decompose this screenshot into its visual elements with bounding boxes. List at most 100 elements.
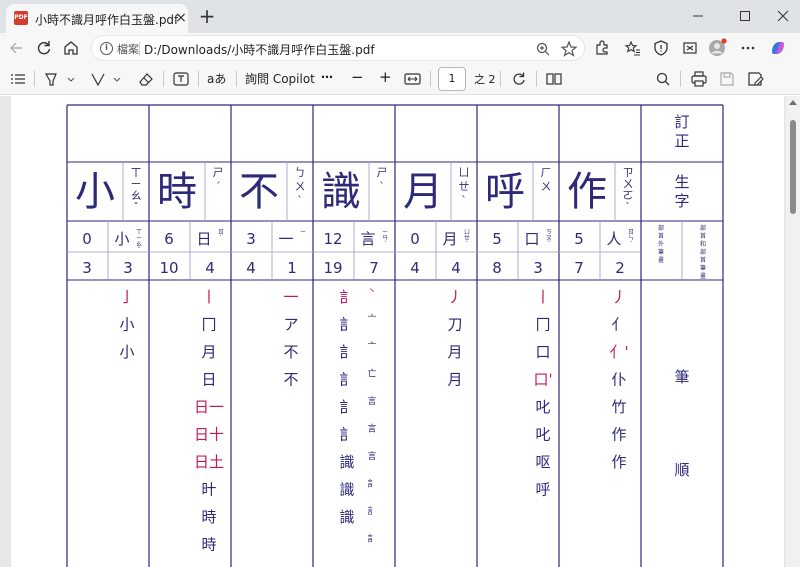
save-as-icon[interactable] (744, 68, 766, 90)
new-tab-button[interactable]: + (197, 6, 217, 26)
stroke-order-step: 旪 (201, 481, 216, 499)
stroke-order-step: 仆 (611, 371, 626, 389)
zoom-icon[interactable] (533, 39, 553, 59)
total-strokes-count: 19 (323, 259, 342, 277)
highlight-icon[interactable] (42, 68, 78, 90)
radical-label: 首 (700, 256, 706, 264)
vertical-scrollbar[interactable] (786, 96, 800, 567)
more-tools-button[interactable]: ⋯ (321, 70, 333, 84)
zhuyin-text: ㄕ (377, 166, 388, 179)
zhuyin-text: ㄕ (213, 166, 224, 179)
other-strokes-count: 6 (164, 230, 174, 248)
stroke-order-step: 時 (201, 536, 216, 554)
zhuyin-text: ˋ (379, 180, 385, 193)
main-character: 作 (567, 169, 607, 215)
radical-strokes-count: 4 (205, 259, 215, 277)
radical-strokes-count: 3 (533, 259, 543, 277)
stroke-order-step: 月 (447, 343, 462, 361)
stroke-order-step: 丿 (447, 288, 462, 306)
shield-icon[interactable] (650, 37, 672, 59)
refresh-icon[interactable] (33, 37, 55, 59)
stroke-order-step: 呼 (535, 481, 550, 499)
url-bar[interactable]: i 檔案 D:/Downloads/小時不識月呼作白玉盤.pdf (91, 35, 585, 61)
radical-label: 外 (658, 240, 664, 248)
stroke-order-step: 日土 (194, 453, 224, 471)
radical-zhuyin: ˊ (384, 241, 387, 248)
avatar[interactable] (706, 37, 728, 59)
page-view-icon[interactable] (543, 68, 565, 90)
radical-stroke-step: 亠 (367, 341, 376, 352)
other-strokes-count: 12 (323, 230, 342, 248)
stroke-order-worksheet: 作ㄗㄨㄛˋ5 人ㄖㄣˊ7 2丿亻亻'仆竹作作呼 ㄏㄨ5 口ㄎㄡˇ8 3丨冂口口'叱叱呕呼月… (66, 104, 724, 567)
contents-icon[interactable] (8, 68, 28, 90)
text-box-icon[interactable] (170, 68, 192, 90)
stroke-order-step: 丨 (535, 288, 550, 306)
main-character: 小 (75, 169, 115, 215)
stroke-order-step: 識 (339, 481, 354, 499)
stroke-order-step: 小 (119, 343, 134, 361)
favorite-star-icon[interactable] (559, 39, 579, 59)
radical-char: 口 (524, 230, 539, 248)
zoom-in-button[interactable]: + (379, 68, 392, 86)
radical-char: 日 (196, 230, 211, 248)
zhuyin-text: ㄏ (541, 166, 552, 179)
pdf-page[interactable]: 作ㄗㄨㄛ ˋ 5 人ㄖㄣ ˊ 7 2 丿亻亻' 仆竹作作呼ㄏㄨ 5 口ㄎㄡ ˇ 8 3 丨冂口口' 叱叱呕呼月… (11, 96, 784, 567)
radical-stroke-step: 亠 (367, 314, 376, 325)
toolbar-divider (500, 71, 501, 87)
ask-copilot-button[interactable]: 詢問 Copilot (245, 70, 315, 87)
toolbar-divider (34, 71, 35, 87)
copilot-icon[interactable] (767, 37, 789, 59)
new-chars-header: 字 (674, 192, 689, 210)
draw-icon[interactable] (88, 68, 124, 90)
radical-zhuyin: ㄧ (300, 229, 306, 236)
stroke-order-label: 筆 (674, 368, 689, 386)
favorites-icon[interactable] (622, 37, 644, 59)
stroke-order-step: 叱 (535, 426, 550, 444)
info-icon[interactable]: i (100, 42, 113, 55)
url-text[interactable]: D:/Downloads/小時不識月呼作白玉盤.pdf (144, 41, 375, 58)
scroll-up-icon[interactable] (789, 100, 797, 105)
stroke-order-step: 竹 (611, 398, 626, 416)
stroke-order-step: 訁 (339, 316, 354, 334)
eraser-icon[interactable] (135, 68, 157, 90)
zoom-out-button[interactable]: − (351, 68, 364, 86)
read-aloud-button[interactable]: aあ (207, 70, 226, 87)
stroke-order-step: 日 (201, 371, 216, 389)
stroke-order-step: 口 (535, 343, 550, 361)
stroke-order-step: 訁 (339, 371, 354, 389)
print-icon[interactable] (688, 68, 710, 90)
main-character: 不 (239, 169, 279, 215)
radical-strokes-count: 2 (615, 259, 625, 277)
back-arrow-icon[interactable] (6, 37, 28, 59)
page-number-input[interactable]: 1 (438, 67, 466, 91)
scrollbar-thumb[interactable] (790, 120, 796, 214)
tab-close-button[interactable]: × (174, 10, 188, 26)
stroke-order-step: 刀 (447, 316, 462, 334)
new-chars-header: 生 (674, 173, 689, 191)
radical-zhuyin: ˋ (220, 235, 223, 242)
file-label: 檔案 (117, 43, 139, 56)
main-character: 呼 (485, 169, 525, 215)
total-strokes-count: 10 (159, 259, 178, 277)
stroke-order-step: 不 (283, 343, 298, 361)
rotate-icon[interactable] (508, 68, 530, 90)
minimize-button[interactable] (686, 5, 710, 27)
more-menu-icon[interactable] (737, 37, 759, 59)
close-window-button[interactable] (771, 5, 795, 27)
worksheet-cells: 作ㄗㄨㄛˋ5 人ㄖㄣˊ7 2丿亻亻'仆竹作作呼 ㄏㄨ5 口ㄎㄡˇ8 3丨冂口口'叱叱呕呼月… (75, 113, 706, 554)
pdf-viewer[interactable]: 作ㄗㄨㄛ ˋ 5 人ㄖㄣ ˊ 7 2 丿亻亻' 仆竹作作呼ㄏㄨ 5 口ㄎㄡ ˇ 8 3 丨冂口口' 叱叱呕呼月… (0, 96, 800, 567)
toolbar-divider (536, 71, 537, 87)
fit-page-icon[interactable] (401, 68, 425, 90)
url-divider (139, 42, 140, 56)
save-icon[interactable] (716, 68, 738, 90)
other-strokes-count: 3 (246, 230, 256, 248)
screenshot-icon[interactable] (679, 37, 701, 59)
total-strokes-count: 7 (574, 259, 584, 277)
other-strokes-count: 5 (492, 230, 502, 248)
search-icon[interactable] (652, 68, 674, 90)
maximize-button[interactable] (733, 5, 757, 27)
browser-tab[interactable]: PDF 小時不識月呼作白玉盤.pdf × (6, 4, 188, 33)
extensions-icon[interactable] (591, 37, 613, 59)
home-icon[interactable] (60, 37, 82, 59)
radical-stroke-step: 訁 (367, 533, 376, 545)
